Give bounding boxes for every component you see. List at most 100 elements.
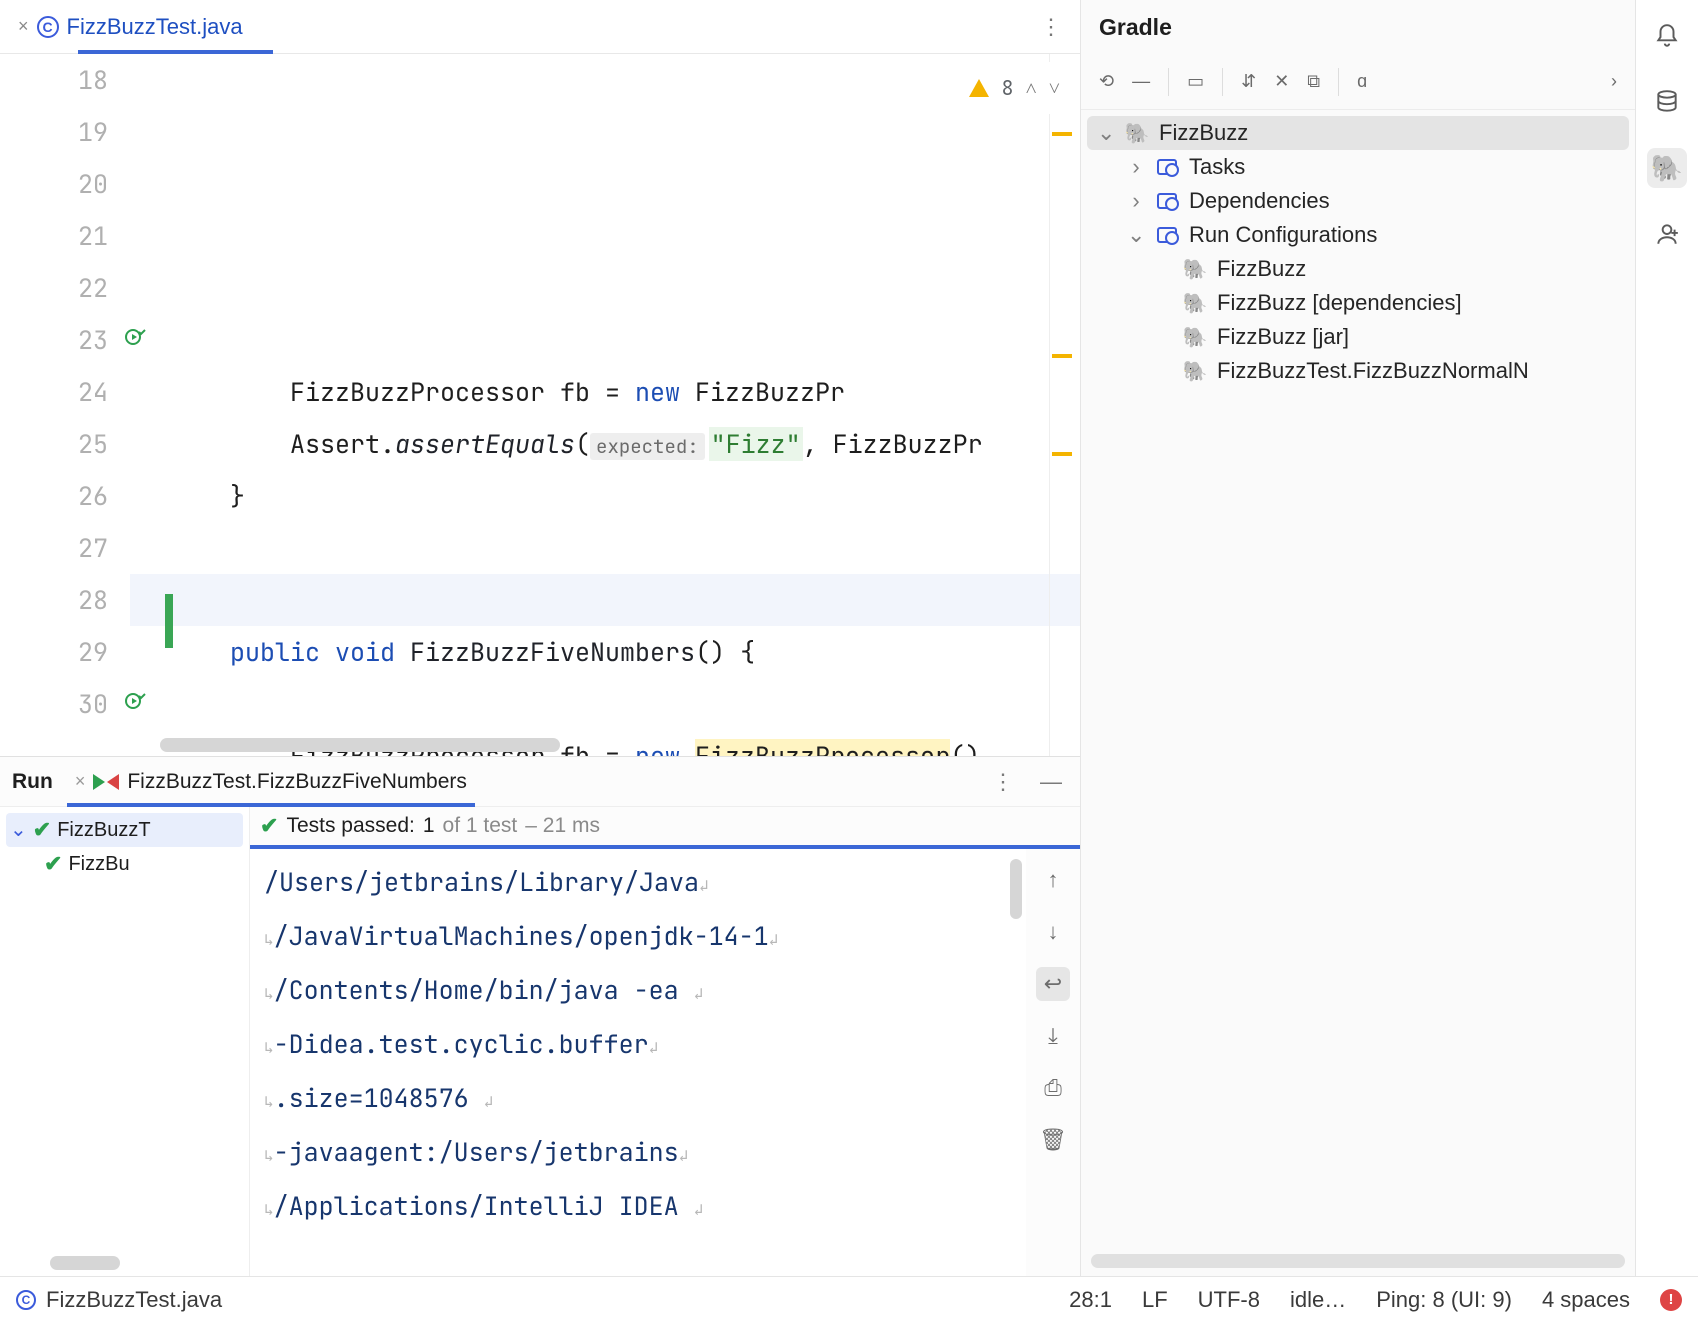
close-run-tab-icon[interactable]: × (75, 771, 86, 792)
status-bar: C FizzBuzzTest.java 28:1 LF UTF-8 idle… … (0, 1276, 1698, 1322)
console-output[interactable]: /Users/jetbrains/Library/Java↲↳/JavaVirt… (250, 849, 1026, 1276)
indent-status[interactable]: 4 spaces (1542, 1287, 1630, 1313)
gradle-run-config-item[interactable]: 🐘FizzBuzz [dependencies] (1087, 286, 1629, 320)
gradle-elephant-icon: 🐘 (1183, 359, 1207, 384)
clear-icon[interactable]: 🗑 (1036, 1123, 1070, 1157)
test-tree-item[interactable]: ✔ FizzBu (0, 847, 249, 881)
code-line[interactable] (170, 522, 1080, 574)
close-tab-icon[interactable]: × (18, 16, 29, 37)
code-editor[interactable]: 18192021222324252627282930 FizzBuzzProce… (0, 54, 1080, 756)
test-tree-scrollbar[interactable] (50, 1256, 120, 1270)
gradle-elephant-icon: 🐘 (1183, 257, 1207, 282)
line-number[interactable]: 21 (0, 210, 108, 262)
background-tasks[interactable]: idle… (1290, 1287, 1346, 1313)
code-area[interactable]: FizzBuzzProcessor fb = new FizzBuzzPr As… (130, 54, 1080, 756)
code-line[interactable] (170, 678, 1080, 730)
line-number[interactable]: 22 (0, 262, 108, 314)
console-line: ↳-Didea.test.cyclic.buffer↲ (264, 1019, 1012, 1073)
test-tree-root[interactable]: ⌄ ✔ FizzBuzzT (6, 813, 243, 847)
code-line[interactable]: public void FizzBuzzFiveNumbers() { (170, 626, 1080, 678)
gradle-elephant-icon: 🐘 (1183, 325, 1207, 350)
test-tree-root-label: FizzBuzzT (57, 819, 150, 842)
gradle-run-config-item[interactable]: 🐘FizzBuzz [jar] (1087, 320, 1629, 354)
analyze-icon[interactable]: ɑ (1357, 71, 1367, 92)
forward-icon[interactable]: › (1611, 71, 1617, 92)
line-number[interactable]: 20 (0, 158, 108, 210)
line-number[interactable]: 24 (0, 366, 108, 418)
tests-passed-count: 1 (423, 814, 435, 838)
status-filename[interactable]: FizzBuzzTest.java (46, 1287, 222, 1313)
warning-count: 8 (1001, 62, 1013, 114)
notifications-icon[interactable] (1647, 16, 1687, 56)
gradle-run-config-label: FizzBuzzTest.FizzBuzzNormalN (1217, 358, 1529, 384)
gradle-runconfigs-node[interactable]: ⌄ Run Configurations (1087, 218, 1629, 252)
folder-icon (1155, 193, 1179, 209)
console-line: ↳-javaagent:/Users/jetbrains↲ (264, 1127, 1012, 1181)
console-vertical-scrollbar[interactable] (1010, 859, 1022, 919)
print-icon[interactable]: ⎙ (1036, 1071, 1070, 1105)
gradle-toolwindow-icon[interactable]: 🐘 (1647, 148, 1687, 188)
detach-icon[interactable]: — (1132, 71, 1150, 92)
database-icon[interactable] (1647, 82, 1687, 122)
gradle-run-config-item[interactable]: 🐘FizzBuzz (1087, 252, 1629, 286)
line-number[interactable]: 28 (0, 574, 108, 626)
editor-tab-fizzbuzztest[interactable]: × C FizzBuzzTest.java (8, 0, 253, 53)
refresh-icon[interactable]: ⟲ (1099, 71, 1114, 92)
gradle-title: Gradle (1081, 0, 1635, 54)
line-number[interactable]: 19 (0, 106, 108, 158)
gradle-tool-window: Gradle ⟲ — ▭ ⇵ ✕ ⧉ ɑ › ⌄ 🐘 FizzBuzz › (1081, 0, 1636, 1276)
run-more-icon[interactable]: ⋮ (986, 769, 1020, 795)
gradle-horizontal-scrollbar[interactable] (1091, 1254, 1625, 1268)
test-tree[interactable]: ⌄ ✔ FizzBuzzT ✔ FizzBu (0, 807, 250, 1276)
minimize-run-icon[interactable]: — (1034, 769, 1068, 795)
run-tab[interactable]: × FizzBuzzTest.FizzBuzzFiveNumbers (67, 757, 475, 806)
gradle-tasks-node[interactable]: › Tasks (1087, 150, 1629, 184)
line-number[interactable]: 25 (0, 418, 108, 470)
soft-wrap-icon[interactable]: ↩︎ (1036, 967, 1070, 1001)
code-line[interactable]: Assert.assertEquals(expected:"Fizz", Fiz… (170, 418, 1080, 470)
vcs-change-marker[interactable] (165, 594, 173, 648)
scroll-up-icon[interactable]: ↑ (1036, 863, 1070, 897)
line-number[interactable]: 26 (0, 470, 108, 522)
console-line: ↳/Contents/Home/bin/java -ea ↲ (264, 965, 1012, 1019)
line-number[interactable]: 29 (0, 626, 108, 678)
folder-icon (1155, 227, 1179, 243)
line-number[interactable]: 30 (0, 678, 108, 730)
scroll-to-end-icon[interactable]: ⤓ (1036, 1019, 1070, 1053)
tests-total-label: of 1 test (443, 814, 518, 838)
error-indicator-icon[interactable]: ! (1660, 1289, 1682, 1311)
line-number[interactable]: 23 (0, 314, 108, 366)
prev-highlight-icon[interactable]: ˄ (1025, 62, 1036, 114)
gradle-dependencies-node[interactable]: › Dependencies (1087, 184, 1629, 218)
line-number[interactable]: 18 (0, 54, 108, 106)
caret-position[interactable]: 28:1 (1069, 1287, 1112, 1313)
editor-horizontal-scrollbar[interactable] (160, 738, 560, 752)
gradle-settings-icon[interactable]: ▭ (1187, 71, 1204, 92)
gradle-project-label: FizzBuzz (1159, 120, 1248, 146)
tests-passed-label: Tests passed: (286, 814, 414, 838)
collapse-icon[interactable]: ✕ (1274, 71, 1289, 92)
gradle-runconfigs-label: Run Configurations (1189, 222, 1377, 248)
copy-icon[interactable]: ⧉ (1307, 71, 1320, 92)
code-with-me-icon[interactable] (1647, 214, 1687, 254)
gradle-toolbar: ⟲ — ▭ ⇵ ✕ ⧉ ɑ › (1081, 54, 1635, 110)
line-number[interactable]: 27 (0, 522, 108, 574)
ping-status[interactable]: Ping: 8 (UI: 9) (1376, 1287, 1512, 1313)
gradle-project-node[interactable]: ⌄ 🐘 FizzBuzz (1087, 116, 1629, 150)
code-line[interactable]: FizzBuzzProcessor fb = new FizzBuzzPr (170, 366, 1080, 418)
console-line: ↳/JavaVirtualMachines/openjdk-14-1↲ (264, 911, 1012, 965)
file-encoding[interactable]: UTF-8 (1198, 1287, 1260, 1313)
code-line[interactable]: } (170, 470, 1080, 522)
gradle-run-config-item[interactable]: 🐘 FizzBuzzTest.FizzBuzzNormalN (1087, 354, 1629, 388)
expand-selection-icon[interactable]: ⇵ (1241, 71, 1256, 92)
gradle-tree[interactable]: ⌄ 🐘 FizzBuzz › Tasks › Dependencies ⌄ Ru… (1081, 110, 1635, 1276)
run-tool-window: Run × FizzBuzzTest.FizzBuzzFiveNumbers ⋮… (0, 756, 1080, 1276)
line-separator[interactable]: LF (1142, 1287, 1168, 1313)
scroll-down-icon[interactable]: ↓ (1036, 915, 1070, 949)
test-pass-icon: ✔ (33, 817, 51, 843)
editor-more-icon[interactable]: ⋮ (1030, 14, 1072, 40)
inspection-widget[interactable]: 8 ˄ ˅ (963, 62, 1066, 114)
next-highlight-icon[interactable]: ˅ (1049, 62, 1060, 114)
tests-time-label: – 21 ms (525, 814, 600, 838)
line-number-gutter: 18192021222324252627282930 (0, 54, 130, 756)
